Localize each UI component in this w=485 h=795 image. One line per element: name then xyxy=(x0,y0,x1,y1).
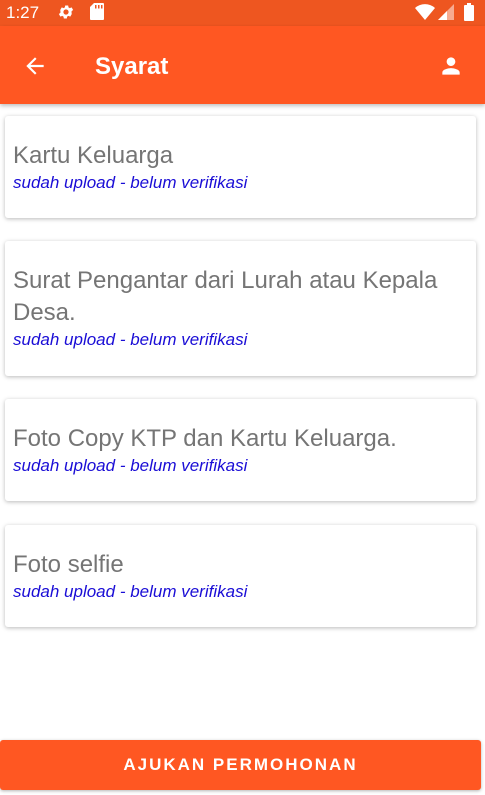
requirement-card-surat-pengantar[interactable]: Surat Pengantar dari Lurah atau Kepala D… xyxy=(5,241,476,376)
gear-icon xyxy=(58,5,74,19)
requirement-status: sudah upload - belum verifikasi xyxy=(13,456,248,475)
requirement-status: sudah upload - belum verifikasi xyxy=(13,330,248,349)
sd-card-icon xyxy=(90,3,104,20)
requirement-title: Kartu Keluarga xyxy=(13,142,174,169)
requirement-status: sudah upload - belum verifikasi xyxy=(13,582,248,601)
status-bar: 1:27 xyxy=(0,0,485,26)
back-arrow-icon[interactable] xyxy=(22,53,48,79)
requirement-card-kartu-keluarga[interactable]: Kartu Keluarga sudah upload - belum veri… xyxy=(5,116,476,218)
submit-application-button[interactable]: AJUKAN PERMOHONAN xyxy=(0,740,481,790)
requirement-title: Foto selfie xyxy=(13,551,124,578)
page-title: Syarat xyxy=(95,53,169,80)
wifi-icon xyxy=(415,4,435,20)
requirement-status: sudah upload - belum verifikasi xyxy=(13,173,248,192)
battery-icon xyxy=(464,3,474,21)
requirement-title: Foto Copy KTP dan Kartu Keluarga. xyxy=(13,425,397,452)
requirement-title: Surat Pengantar dari Lurah atau Kepala D… xyxy=(13,267,438,326)
signal-icon xyxy=(438,4,454,20)
app-bar: Syarat xyxy=(0,26,485,104)
status-time: 1:27 xyxy=(6,3,40,22)
requirement-card-foto-copy-ktp[interactable]: Foto Copy KTP dan Kartu Keluarga. sudah … xyxy=(5,399,476,501)
person-icon[interactable] xyxy=(438,53,464,79)
requirement-card-foto-selfie[interactable]: Foto selfie sudah upload - belum verifik… xyxy=(5,525,476,627)
